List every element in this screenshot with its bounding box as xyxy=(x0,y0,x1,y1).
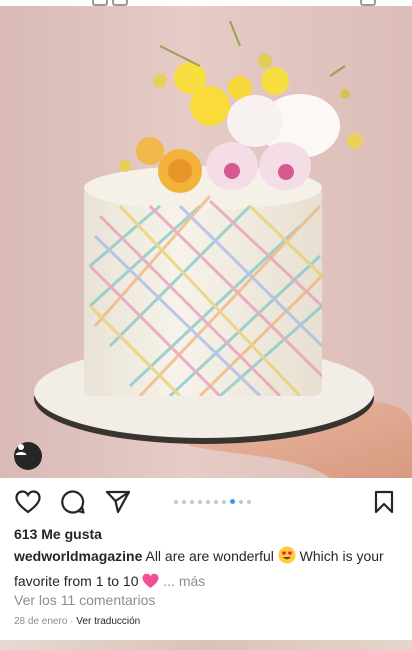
user-tag-icon[interactable] xyxy=(14,442,42,470)
translate-link[interactable]: Ver traducción xyxy=(76,616,140,627)
post-meta: 28 de enero · Ver traducción xyxy=(14,616,140,627)
caption-username[interactable]: wedworldmagazine xyxy=(14,548,142,564)
post-photo[interactable] xyxy=(0,6,412,478)
carousel-dot xyxy=(198,499,202,504)
heart-icon[interactable] xyxy=(14,488,42,516)
carousel-dot xyxy=(230,499,235,504)
cake-image xyxy=(34,20,412,478)
caption-text-1: All are are wonderful xyxy=(145,548,274,564)
like-count[interactable]: 613 Me gusta xyxy=(14,526,102,542)
carousel-dot xyxy=(214,499,218,504)
carousel-dot xyxy=(239,499,243,504)
comment-icon[interactable] xyxy=(59,488,87,516)
meta-separator: · xyxy=(70,616,74,627)
more-link[interactable]: ... más xyxy=(163,573,205,589)
carousel-dot xyxy=(206,499,210,504)
send-icon[interactable] xyxy=(104,488,132,516)
carousel-indicator xyxy=(174,499,251,504)
post-date: 28 de enero xyxy=(14,616,68,627)
status-bar xyxy=(0,0,412,6)
heart-eyes-emoji-icon xyxy=(278,546,296,570)
action-bar xyxy=(0,480,412,524)
view-comments-link[interactable]: Ver los 11 comentarios xyxy=(14,592,155,608)
carousel-dot xyxy=(190,499,194,504)
carousel-dot xyxy=(222,499,226,504)
carousel-dot xyxy=(182,499,186,504)
next-post-preview xyxy=(0,640,412,650)
carousel-dot xyxy=(247,499,251,504)
bookmark-icon[interactable] xyxy=(370,488,398,516)
post-caption: wedworldmagazine All are are wonderful W… xyxy=(14,545,400,595)
carousel-dot xyxy=(174,499,178,504)
